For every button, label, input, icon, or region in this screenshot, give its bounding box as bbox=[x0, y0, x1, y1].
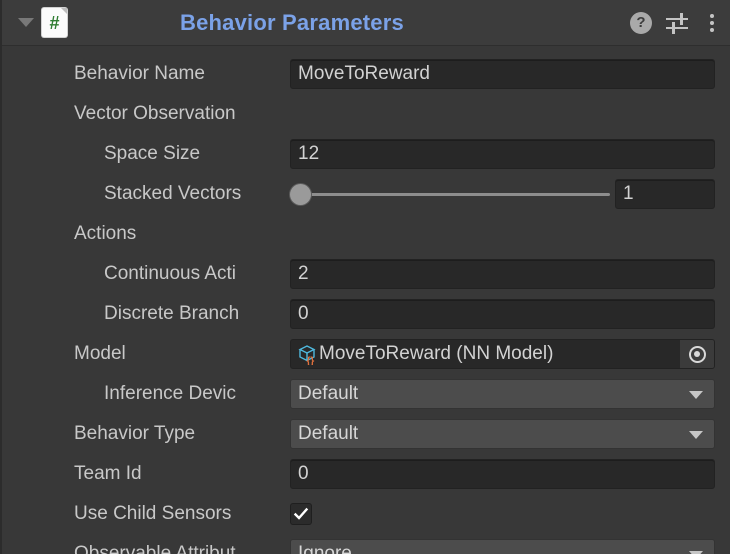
label-vector-observation: Vector Observation bbox=[74, 103, 236, 124]
label-continuous-actions: Continuous Acti bbox=[104, 263, 237, 284]
behavior-type-dropdown-inner[interactable]: Default bbox=[290, 419, 715, 449]
foldout-triangle-icon[interactable] bbox=[16, 13, 36, 33]
model-value: MoveToReward (NN Model) bbox=[319, 343, 554, 364]
row-discrete-branches: Discrete Branch 0 bbox=[2, 294, 730, 334]
row-inference-device: Inference Devic Default bbox=[2, 374, 730, 414]
context-menu-icon[interactable] bbox=[704, 12, 720, 34]
inference-device-value: Default bbox=[298, 383, 359, 404]
label-team-id: Team Id bbox=[74, 463, 142, 484]
check-icon bbox=[293, 507, 309, 520]
row-model: Model {} MoveToReward (NN Model) bbox=[2, 334, 730, 374]
row-behavior-name: Behavior Name MoveToReward bbox=[2, 54, 730, 94]
label-behavior-type: Behavior Type bbox=[74, 423, 196, 444]
discrete-branches-value[interactable]: 0 bbox=[290, 299, 715, 329]
observable-attributes-value: Ignore bbox=[298, 543, 352, 554]
row-team-id: Team Id 0 bbox=[2, 454, 730, 494]
properties-list: Behavior Name MoveToReward Vector Observ… bbox=[2, 46, 730, 554]
label-use-child-sensors: Use Child Sensors bbox=[74, 503, 232, 524]
label-behavior-name: Behavior Name bbox=[74, 63, 205, 84]
label-discrete-branches: Discrete Branch bbox=[104, 303, 240, 324]
row-continuous-actions: Continuous Acti 2 bbox=[2, 254, 730, 294]
model-object-field[interactable]: {} MoveToReward (NN Model) bbox=[290, 339, 715, 369]
nn-model-icon: {} bbox=[296, 343, 318, 367]
row-vector-observation: Vector Observation bbox=[2, 94, 730, 134]
header-icon-group: ? bbox=[630, 0, 720, 45]
component-title: Behavior Parameters bbox=[180, 9, 404, 35]
observable-attributes-dropdown-inner[interactable]: Ignore bbox=[290, 539, 715, 554]
script-icon-glyph: # bbox=[49, 12, 60, 33]
slider-track[interactable] bbox=[304, 192, 610, 196]
label-actions: Actions bbox=[74, 223, 137, 244]
observable-attributes-dropdown[interactable]: Ignore bbox=[290, 539, 715, 554]
help-icon[interactable]: ? bbox=[630, 11, 652, 34]
chevron-down-icon bbox=[689, 391, 703, 399]
behavior-type-dropdown[interactable]: Default bbox=[290, 419, 715, 449]
row-behavior-type: Behavior Type Default bbox=[2, 414, 730, 454]
preset-icon[interactable] bbox=[666, 12, 690, 34]
slider-handle[interactable] bbox=[290, 183, 311, 205]
inference-device-dropdown[interactable]: Default bbox=[290, 379, 715, 409]
stacked-vectors-slider[interactable] bbox=[290, 179, 610, 209]
behavior-type-value: Default bbox=[298, 423, 359, 444]
label-model: Model bbox=[74, 343, 126, 364]
label-space-size: Space Size bbox=[104, 143, 201, 164]
continuous-actions-field[interactable]: 2 bbox=[290, 259, 715, 289]
object-picker-button[interactable] bbox=[680, 340, 714, 368]
row-use-child-sensors: Use Child Sensors bbox=[2, 494, 730, 534]
use-child-sensors-checkbox[interactable] bbox=[290, 503, 312, 525]
component-header[interactable]: # Behavior Parameters ? bbox=[2, 0, 730, 46]
behavior-name-field[interactable]: MoveToReward bbox=[290, 59, 715, 89]
label-inference-device: Inference Devic bbox=[104, 383, 237, 404]
svg-text:{}: {} bbox=[307, 356, 315, 365]
label-observable-attributes: Observable Attribut bbox=[74, 543, 236, 554]
chevron-down-icon bbox=[689, 431, 703, 439]
row-space-size: Space Size 12 bbox=[2, 134, 730, 174]
row-actions: Actions bbox=[2, 214, 730, 254]
space-size-field[interactable]: 12 bbox=[290, 139, 715, 169]
inference-device-dropdown-inner[interactable]: Default bbox=[290, 379, 715, 409]
team-id-value[interactable]: 0 bbox=[290, 459, 715, 489]
model-object-field-inner[interactable]: {} MoveToReward (NN Model) bbox=[290, 339, 715, 369]
row-stacked-vectors: Stacked Vectors 1 bbox=[2, 174, 730, 214]
discrete-branches-field[interactable]: 0 bbox=[290, 299, 715, 329]
stacked-vectors-number-field[interactable]: 1 bbox=[615, 179, 715, 209]
team-id-field[interactable]: 0 bbox=[290, 459, 715, 489]
space-size-value[interactable]: 12 bbox=[290, 139, 715, 169]
continuous-actions-value[interactable]: 2 bbox=[290, 259, 715, 289]
stacked-vectors-value[interactable]: 1 bbox=[615, 179, 715, 209]
inspector-panel: # Behavior Parameters ? Behavior Name Mo… bbox=[0, 0, 730, 554]
label-stacked-vectors: Stacked Vectors bbox=[104, 183, 242, 204]
row-observable-attributes: Observable Attribut Ignore bbox=[2, 534, 730, 554]
csharp-script-icon: # bbox=[42, 8, 67, 37]
behavior-name-value[interactable]: MoveToReward bbox=[290, 59, 715, 89]
